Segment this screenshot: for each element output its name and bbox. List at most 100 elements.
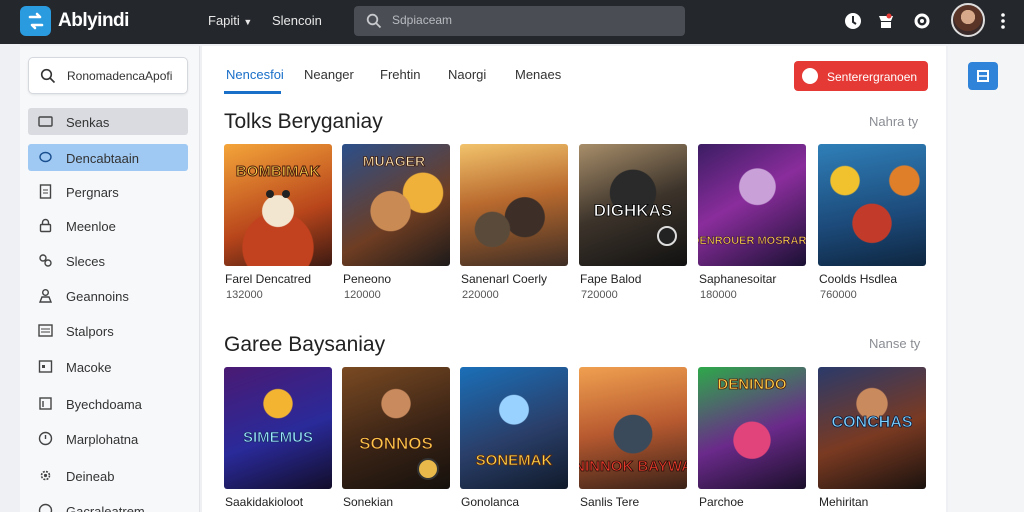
- sidebar-item-geannoins[interactable]: Geannoins: [28, 282, 188, 309]
- grid-view-button[interactable]: [968, 62, 998, 90]
- game-count: 180000: [700, 289, 737, 301]
- app-logo-icon[interactable]: [20, 6, 51, 36]
- link-icon: [39, 254, 52, 267]
- game-card[interactable]: Sanenarl Coerly 220000: [460, 144, 568, 301]
- game-art-title: BOMBIMAK: [236, 163, 320, 180]
- tab-naorgi[interactable]: Naorgi: [448, 67, 486, 82]
- sidebar-item-gacraleatrem[interactable]: Gacraleatrem: [28, 497, 188, 512]
- sidebar-item-marplohatna[interactable]: Marplohatna: [28, 425, 188, 452]
- top-bar: Ablyindi Fapiti ▼ Slencoin Sdpiaceam: [0, 0, 1024, 44]
- search-input[interactable]: Sdpiaceam: [354, 6, 685, 36]
- flag-icon: [39, 397, 52, 410]
- chevron-down-icon: ▼: [243, 17, 253, 27]
- list-icon: [38, 324, 53, 337]
- game-title: Peneono: [343, 272, 392, 286]
- game-title: Coolds Hsdlea: [819, 272, 898, 286]
- grid-icon: [977, 70, 989, 82]
- search-placeholder: Sdpiaceam: [392, 13, 453, 27]
- action-button[interactable]: Senterergranoen: [794, 61, 928, 91]
- sidebar-item-macoke[interactable]: Macoke: [28, 353, 188, 380]
- game-card[interactable]: DENINDO Parchoe: [698, 367, 806, 509]
- game-card[interactable]: SONEMAK Gonolanca: [460, 367, 568, 509]
- sidebar-item-stalpors[interactable]: Stalpors: [28, 317, 188, 344]
- nav-link-fapiti[interactable]: Fapiti ▼: [208, 13, 252, 28]
- settings-icon[interactable]: [912, 11, 932, 31]
- game-art-title: MUAGER: [363, 153, 425, 169]
- sidebar-search-placeholder: RonomadencaApofi: [67, 69, 173, 83]
- game-card[interactable]: CONCHAS Mehiritan: [818, 367, 926, 509]
- game-card[interactable]: NINNOK BAYWA Sanlis Tere: [579, 367, 687, 509]
- action-button-label: Senterergranoen: [827, 70, 918, 84]
- sidebar-item-label: Pergnars: [66, 185, 119, 200]
- sidebar-item-sleces[interactable]: Sleces: [28, 247, 188, 274]
- game-thumbnail: [818, 144, 926, 266]
- game-title: Sonekian: [343, 495, 394, 509]
- tab-menaes[interactable]: Menaes: [515, 67, 561, 82]
- sidebar-item-label: Stalpors: [66, 324, 114, 339]
- tab-nencesfoi[interactable]: Nencesfoi: [226, 67, 284, 82]
- game-thumbnail: NINNOK BAYWA: [579, 367, 687, 489]
- sidebar-item-byechdoama[interactable]: Byechdoama: [28, 390, 188, 417]
- game-card[interactable]: BOMBIMAK Farel Dencatred 132000: [224, 144, 332, 301]
- game-art-title: DENINDO: [717, 376, 787, 393]
- sidebar-item-deineab[interactable]: Deineab: [28, 462, 188, 489]
- game-thumbnail: CONCHAS: [818, 367, 926, 489]
- game-card[interactable]: BOENROUER MOSRARES Saphanesoitar 180000: [698, 144, 806, 301]
- nav-link-slencoin[interactable]: Slencoin: [272, 13, 322, 28]
- view-all-link[interactable]: Nahra ty: [869, 114, 918, 129]
- sidebar-item-label: Marplohatna: [66, 432, 139, 447]
- tab-neanger[interactable]: Neanger: [304, 67, 354, 82]
- game-art-title: DIGHKAS: [594, 201, 672, 220]
- game-thumbnail: [460, 144, 568, 266]
- store-icon[interactable]: [876, 11, 896, 31]
- game-art-title: CONCHAS: [832, 414, 913, 431]
- help-icon[interactable]: [843, 11, 863, 31]
- game-count: 760000: [820, 289, 857, 301]
- active-tab-indicator: [224, 91, 281, 94]
- game-thumbnail: SONEMAK: [460, 367, 568, 489]
- game-count: 220000: [462, 289, 499, 301]
- game-card[interactable]: SIMEMUS Saakidakioloot: [224, 367, 332, 509]
- game-title: Farel Dencatred: [225, 272, 312, 286]
- game-art-title: SONEMAK: [476, 452, 553, 469]
- game-art-title: SONNOS: [359, 434, 433, 453]
- sidebar-item-label: Sleces: [66, 254, 106, 269]
- game-card[interactable]: DIGHKAS Fape Balod 720000: [579, 144, 687, 301]
- game-art-title: SIMEMUS: [243, 429, 313, 446]
- sidebar-item-label: Senkas: [66, 115, 110, 130]
- sidebar-item-senkas[interactable]: Senkas: [28, 108, 188, 135]
- game-title: Saphanesoitar: [699, 272, 777, 286]
- game-title: Gonolanca: [461, 495, 520, 509]
- search-icon: [366, 13, 382, 34]
- game-title: Mehiritan: [819, 495, 869, 509]
- sidebar-item-label: Geannoins: [66, 289, 129, 304]
- person-icon: [38, 289, 53, 303]
- game-title: Fape Balod: [580, 272, 642, 286]
- game-art-title: NINNOK BAYWA: [579, 458, 687, 475]
- lock-icon: [39, 218, 52, 233]
- sidebar: RonomadencaApofi Senkas Dencabtaain Perg…: [20, 46, 200, 512]
- sidebar-item-pergnars[interactable]: Pergnars: [28, 178, 188, 205]
- right-panel: [948, 46, 1024, 512]
- game-title: Parchoe: [699, 495, 744, 509]
- sidebar-item-label: Byechdoama: [66, 397, 142, 412]
- game-card[interactable]: SONNOS Sonekian: [342, 367, 450, 509]
- view-all-link[interactable]: Nanse ty: [869, 336, 920, 351]
- game-title: Sanenarl Coerly: [461, 272, 548, 286]
- sidebar-item-dencabtaain[interactable]: Dencabtaain: [28, 144, 188, 171]
- avatar[interactable]: [951, 3, 985, 37]
- sidebar-search-input[interactable]: RonomadencaApofi: [28, 57, 188, 94]
- game-thumbnail: SONNOS: [342, 367, 450, 489]
- game-art-title: BOENROUER MOSRARES: [698, 235, 806, 247]
- more-vertical-icon[interactable]: [993, 11, 1013, 31]
- document-icon: [39, 184, 52, 199]
- search-icon: [40, 68, 56, 89]
- sidebar-item-label: Dencabtaain: [66, 151, 139, 166]
- gear-icon: [40, 470, 51, 481]
- game-card[interactable]: Coolds Hsdlea 760000: [818, 144, 926, 301]
- calendar-icon: [38, 360, 53, 373]
- game-card[interactable]: MUAGER Peneono 120000: [342, 144, 450, 301]
- sidebar-item-label: Macoke: [66, 360, 112, 375]
- tab-frehtin[interactable]: Frehtin: [380, 67, 420, 82]
- sidebar-item-meenloe[interactable]: Meenloe: [28, 212, 188, 239]
